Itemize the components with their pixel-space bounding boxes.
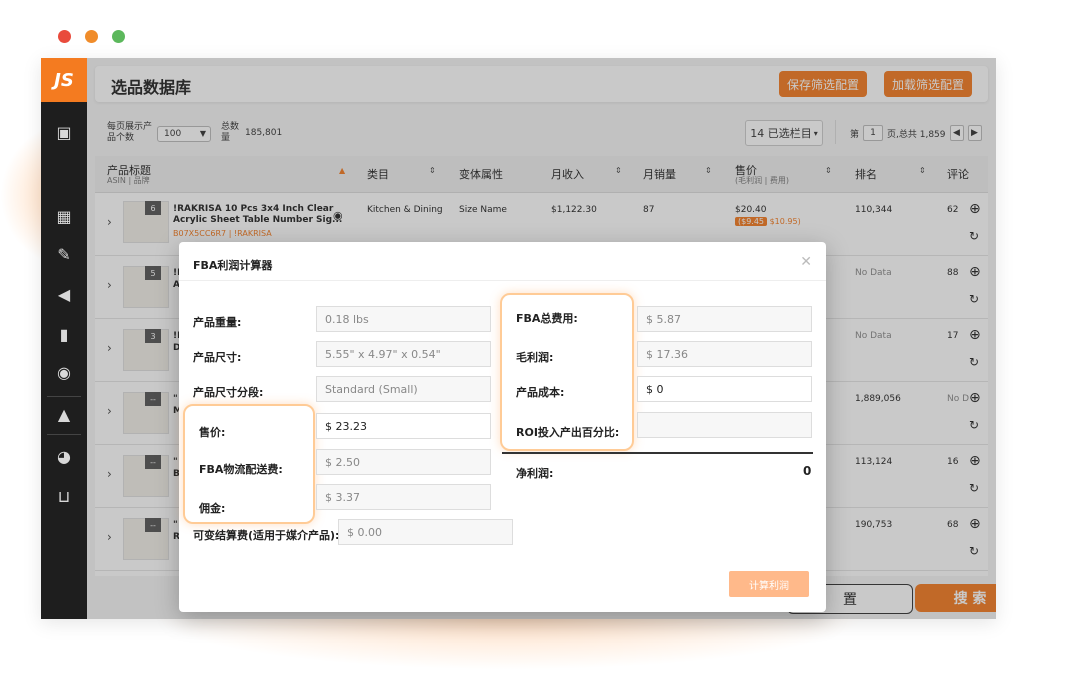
size-tier-label: 产品尺寸分段: [193,386,264,399]
window-controls [58,30,125,43]
roi-label: ROI投入产出百分比: [516,426,620,439]
modal-title: FBA利润计算器 [193,259,273,272]
net-profit-value: 0 [803,464,812,478]
variable-closing-fee-input[interactable]: $ 0.00 [338,519,513,545]
cart-icon[interactable]: ⊔ [54,486,74,506]
commission-label: 佣金: [199,502,226,515]
variable-closing-fee-label: 可变结算费(适用于媒介产品): [193,529,340,542]
hat-icon[interactable]: ◉ [54,362,74,382]
hammer-icon[interactable]: ✎ [54,244,74,264]
sale-price-input[interactable]: $ 23.23 [316,413,491,439]
roi-input[interactable] [637,412,812,438]
fba-total-input[interactable]: $ 5.87 [637,306,812,332]
weight-input[interactable]: 0.18 lbs [316,306,491,332]
calculate-profit-button[interactable]: 计算利润 [729,571,809,597]
megaphone-icon[interactable]: ◀ [54,284,74,304]
fba-calculator-modal: FBA利润计算器 ✕ 产品重量: 0.18 lbs 产品尺寸: 5.55" x … [179,242,826,612]
close-dot[interactable] [58,30,71,43]
product-cost-input[interactable]: $ 0 [637,376,812,402]
modal-divider [179,280,826,281]
net-profit-divider [502,452,813,454]
maximize-dot[interactable] [112,30,125,43]
store-icon[interactable]: ▦ [54,206,74,226]
commission-input[interactable]: $ 3.37 [316,484,491,510]
gross-profit-label: 毛利润: [516,351,554,364]
dimensions-label: 产品尺寸: [193,351,242,364]
gross-profit-input[interactable]: $ 17.36 [637,341,812,367]
fba-total-label: FBA总费用: [516,312,578,325]
sale-price-label: 售价: [199,426,226,439]
sidebar: JS ▣ ▦ ✎ ◀ ▮ ◉ ▲ ◕ ⊔ [41,58,87,619]
close-icon[interactable]: ✕ [800,254,812,270]
weight-label: 产品重量: [193,316,242,329]
product-cost-label: 产品成本: [516,386,565,399]
logo: JS [41,58,87,102]
fba-fee-input[interactable]: $ 2.50 [316,449,491,475]
chrome-icon[interactable]: ◕ [54,446,74,466]
sidebar-divider [47,396,81,397]
briefcase-icon[interactable]: ▣ [54,122,74,142]
minimize-dot[interactable] [85,30,98,43]
dimensions-input[interactable]: 5.55" x 4.97" x 0.54" [316,341,491,367]
fba-fee-label: FBA物流配送费: [199,463,283,476]
graduation-icon[interactable]: ▲ [54,404,74,424]
size-tier-input[interactable]: Standard (Small) [316,376,491,402]
net-profit-label: 净利润: [516,467,554,480]
sidebar-divider [47,434,81,435]
bar-chart-icon[interactable]: ▮ [54,324,74,344]
